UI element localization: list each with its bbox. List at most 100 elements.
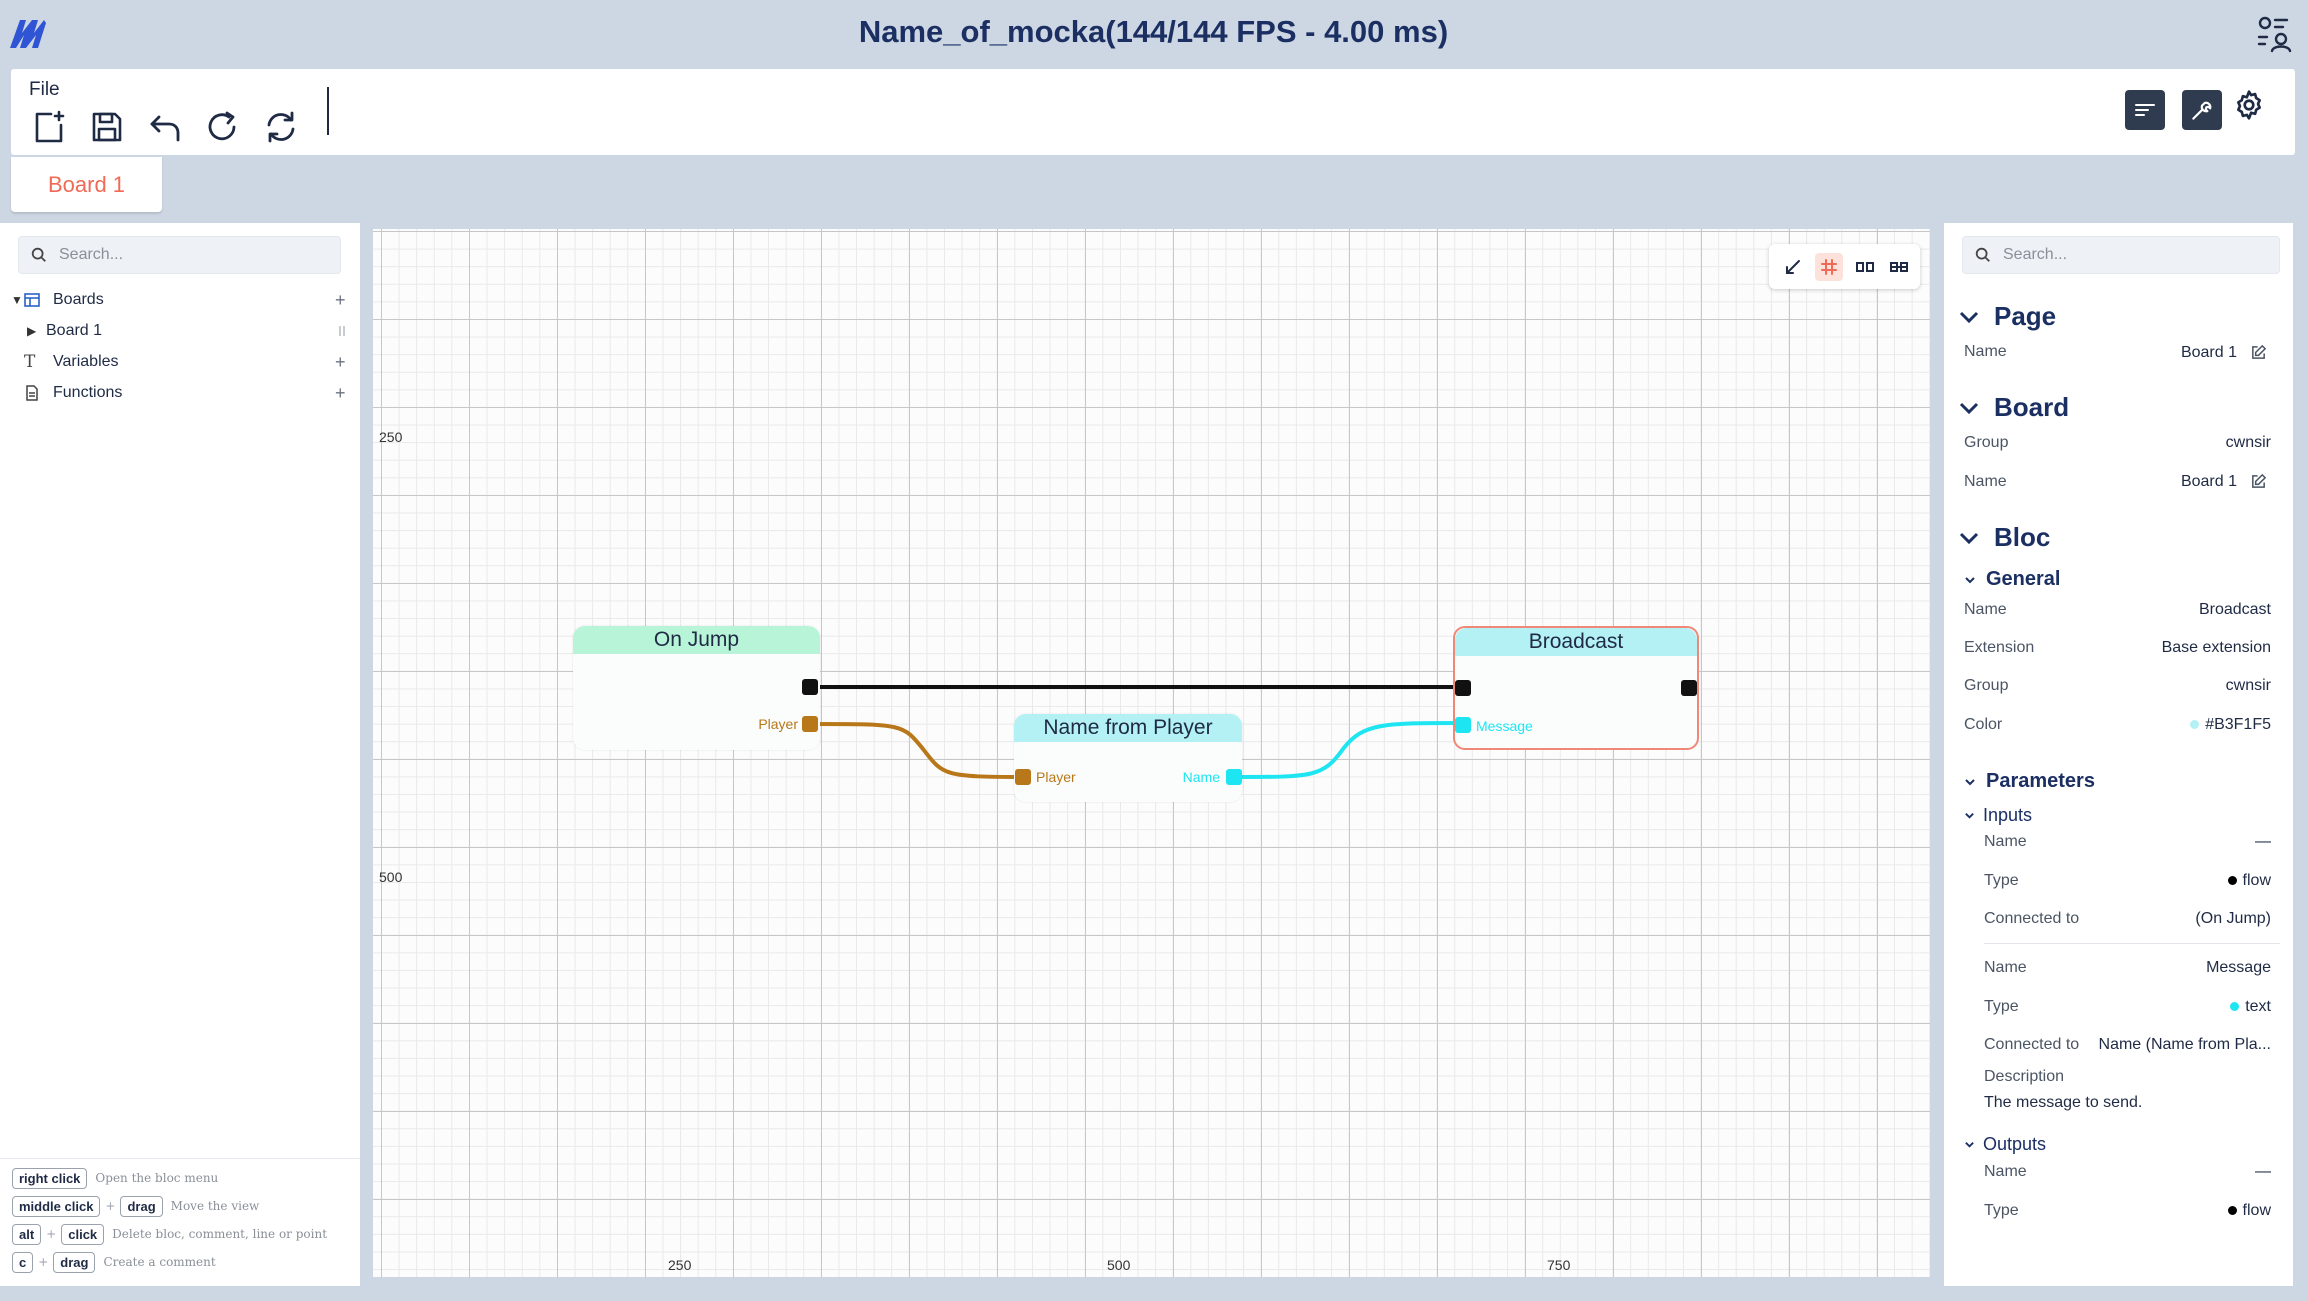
subsection-title: Outputs	[1983, 1134, 2047, 1154]
right-search-input[interactable]	[2003, 237, 2269, 273]
input-type-value: flow	[2227, 872, 2271, 890]
axis-label-x: 250	[668, 1257, 692, 1273]
drag-handle-icon[interactable]	[339, 326, 345, 336]
key-badge: drag	[120, 1195, 163, 1217]
tree-item-label: Boards	[53, 291, 104, 308]
left-search-input[interactable]	[59, 237, 330, 273]
refresh-icon[interactable]	[263, 109, 299, 145]
text-link[interactable]	[1234, 721, 1463, 779]
axis-label-x: 500	[1107, 1257, 1131, 1273]
edit-icon[interactable]	[2250, 344, 2267, 361]
new-board-icon[interactable]	[31, 109, 67, 145]
flow-output-port[interactable]	[1681, 680, 1697, 696]
search-icon	[31, 247, 46, 262]
prop-label: Name	[1964, 473, 2007, 490]
toolbar-divider	[327, 87, 329, 135]
shortcut-row: right click Open the bloc menu	[12, 1166, 218, 1190]
bloc-color-value: #B3F1F5	[2190, 716, 2271, 734]
redo-icon[interactable]	[205, 109, 241, 145]
tree-item-boards[interactable]: ▼ Boards +	[0, 286, 360, 314]
wrench-icon	[2192, 101, 2212, 120]
bloc-group-value: cwnsir	[2225, 677, 2271, 694]
port-label: Name	[1182, 769, 1220, 785]
outputs-header[interactable]: Outputs	[1964, 1134, 2046, 1155]
node-on-jump[interactable]: On Jump Player	[573, 626, 820, 750]
chevron-down-icon	[1959, 532, 1979, 544]
text-type-icon: T	[24, 352, 36, 372]
section-bloc-header[interactable]: Bloc	[1958, 522, 2050, 553]
settings-gear-icon[interactable]	[2233, 89, 2273, 129]
inputs-header[interactable]: Inputs	[1964, 805, 2032, 826]
key-badge: drag	[53, 1251, 96, 1273]
add-function-icon[interactable]: +	[335, 383, 346, 404]
node-broadcast[interactable]: Broadcast Message	[1453, 626, 1699, 750]
input-connected-value: (On Jump)	[2195, 910, 2271, 927]
title-bar: Name_of_mocka(144/144 FPS - 4.00 ms)	[0, 0, 2307, 66]
section-page-header[interactable]: Page	[1958, 301, 2056, 332]
page-name-value: Board 1	[2180, 344, 2237, 361]
section-board-header[interactable]: Board	[1958, 392, 2069, 423]
user-list-icon[interactable]	[2255, 13, 2295, 53]
node-title: Broadcast	[1455, 628, 1697, 656]
properties-panel: Page Name Board 1 Board Group cwnsir Nam…	[1944, 223, 2293, 1286]
message-input-port[interactable]	[1455, 717, 1471, 733]
player-output-port[interactable]	[802, 716, 818, 732]
link-mode-icon[interactable]	[1779, 253, 1807, 281]
grid-toggle-icon[interactable]	[1815, 253, 1843, 281]
chevron-down-icon	[1959, 311, 1979, 323]
add-board-icon[interactable]: +	[335, 290, 346, 311]
node-title: Name from Player	[1014, 714, 1242, 742]
type-text: text	[2245, 998, 2271, 1015]
main-toolbar: File	[11, 69, 2295, 155]
collapse-arrow-icon[interactable]: ▶	[27, 324, 36, 338]
type-dot	[2230, 1002, 2240, 1012]
flow-output-port[interactable]	[802, 679, 818, 695]
key-badge: c	[12, 1251, 34, 1273]
left-sidebar: ▼ Boards + ▶ Board 1 T Variables + Funct…	[0, 223, 360, 1286]
player-input-port[interactable]	[1015, 769, 1031, 785]
prop-label: Extension	[1964, 639, 2035, 656]
chevron-down-icon	[1965, 778, 1975, 785]
distribute-icon[interactable]	[1851, 253, 1879, 281]
lines-icon	[2135, 104, 2155, 116]
add-variable-icon[interactable]: +	[335, 352, 346, 373]
left-search-box	[18, 236, 341, 274]
axis-label-x: 750	[1547, 1257, 1571, 1273]
align-icon[interactable]	[1885, 253, 1913, 281]
prop-label: Type	[1984, 1202, 2019, 1219]
name-output-port[interactable]	[1226, 769, 1242, 785]
board-canvas[interactable]: 250 500 250 500 750 On Jump Player Name …	[373, 229, 1930, 1277]
save-icon[interactable]	[89, 109, 125, 145]
shortcut-desc: Delete bloc, comment, line or point	[112, 1227, 328, 1241]
menu-lines-button[interactable]	[2125, 90, 2165, 130]
expand-arrow-icon[interactable]: ▼	[11, 293, 23, 307]
prop-label: Type	[1984, 872, 2019, 889]
input-name-value: —	[2255, 833, 2271, 850]
flow-input-port[interactable]	[1455, 680, 1471, 696]
window-title: Name_of_mocka(144/144 FPS - 4.00 ms)	[858, 14, 1449, 49]
edit-icon[interactable]	[2250, 473, 2267, 490]
tools-button[interactable]	[2182, 90, 2222, 130]
shortcut-desc: Create a comment	[103, 1255, 216, 1269]
port-label: Player	[1036, 769, 1076, 785]
key-badge: alt	[12, 1223, 42, 1245]
file-menu[interactable]: File	[29, 79, 60, 101]
boards-icon	[24, 293, 40, 307]
node-title: On Jump	[573, 626, 820, 654]
undo-icon[interactable]	[147, 109, 183, 145]
key-badge: click	[61, 1223, 105, 1245]
node-name-from-player[interactable]: Name from Player Player Name	[1014, 714, 1242, 802]
output-name-value: —	[2255, 1163, 2271, 1180]
general-header[interactable]: General	[1964, 568, 2060, 591]
shortcut-row: middle click + drag Move the view	[12, 1194, 259, 1218]
tab-board-1[interactable]: Board 1	[11, 157, 162, 212]
tree-item-functions[interactable]: Functions +	[0, 379, 360, 407]
tree-item-board-1[interactable]: ▶ Board 1	[0, 317, 360, 345]
axis-label-y: 250	[379, 429, 403, 445]
tree-item-variables[interactable]: T Variables +	[0, 348, 360, 376]
prop-label: Name	[1984, 959, 2027, 976]
section-title: Board	[1994, 392, 2070, 422]
parameters-header[interactable]: Parameters	[1964, 770, 2095, 793]
player-link[interactable]	[810, 722, 1024, 779]
color-swatch	[2190, 720, 2200, 730]
